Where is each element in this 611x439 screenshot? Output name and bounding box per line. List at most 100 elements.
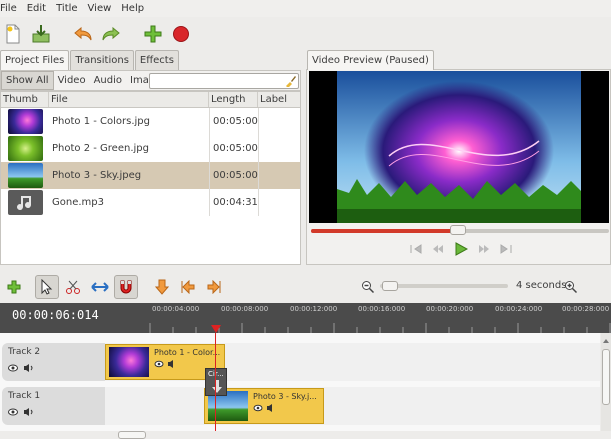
horizontal-scrollbar[interactable] — [0, 431, 611, 439]
fast-forward-icon[interactable] — [478, 244, 490, 254]
undo-button[interactable] — [72, 23, 94, 45]
zoom-out-icon — [362, 281, 375, 294]
zoom-slider-handle[interactable] — [382, 281, 398, 291]
previous-marker-button[interactable] — [176, 275, 200, 299]
razor-tool-button[interactable] — [61, 275, 85, 299]
plus-icon — [7, 280, 21, 294]
ruler-label: 00:00:04:000 — [152, 305, 200, 313]
playhead-marker[interactable] — [211, 325, 221, 333]
import-icon — [32, 25, 50, 43]
tab-transitions[interactable]: Transitions — [70, 50, 134, 70]
resize-tool-button[interactable] — [88, 275, 112, 299]
select-tool-button[interactable] — [35, 275, 59, 299]
column-thumb[interactable]: Thumb — [1, 92, 49, 107]
undo-icon — [74, 26, 92, 41]
horizontal-scroll-thumb[interactable] — [118, 431, 146, 439]
marker-down-icon — [155, 279, 169, 295]
file-length: 00:05:00 — [209, 108, 258, 135]
tab-video-preview[interactable]: Video Preview (Paused) — [307, 50, 434, 70]
resize-arrows-icon — [91, 282, 109, 292]
magnet-icon — [120, 280, 132, 294]
file-name: Photo 1 - Colors.jpg — [52, 116, 151, 127]
filter-audio[interactable]: Audio — [90, 71, 126, 90]
filter-bar: Show All Video Audio Image — [0, 70, 301, 91]
zoom-slider[interactable] — [380, 284, 508, 288]
add-track-button[interactable] — [142, 23, 164, 45]
track-lane[interactable] — [105, 387, 600, 425]
track-header[interactable]: Track 1 — [2, 387, 105, 425]
visibility-eye-icon — [253, 404, 263, 412]
clip-title: Photo 3 - Sky.j... — [253, 392, 317, 401]
visibility-eye-icon — [154, 360, 164, 368]
zoom-in-button[interactable] — [559, 275, 583, 299]
vertical-scrollbar[interactable] — [601, 333, 611, 431]
ruler-label: 00:00:16:000 — [358, 305, 406, 313]
arrow-cursor-icon — [41, 279, 53, 295]
table-row[interactable]: Gone.mp3 00:04:31 — [1, 189, 300, 216]
thumbnail-colors — [7, 109, 43, 134]
column-length[interactable]: Length — [209, 92, 258, 107]
record-icon — [173, 26, 189, 42]
plus-icon — [144, 25, 162, 43]
import-files-button[interactable] — [30, 23, 52, 45]
search-input[interactable] — [149, 73, 299, 89]
add-marker-button[interactable] — [150, 275, 174, 299]
menu-title[interactable]: Title — [56, 3, 77, 14]
tab-project-files[interactable]: Project Files — [0, 50, 70, 70]
next-marker-button[interactable] — [202, 275, 226, 299]
jump-end-icon[interactable] — [500, 244, 512, 254]
column-file[interactable]: File — [49, 92, 209, 107]
table-row[interactable]: Photo 1 - Colors.jpg 00:05:00 — [1, 108, 300, 135]
new-project-button[interactable] — [2, 23, 24, 45]
current-timecode: 00:00:06:014 — [12, 308, 99, 322]
file-name: Photo 2 - Green.jpg — [52, 143, 149, 154]
ruler-label: 00:00:24:000 — [495, 305, 543, 313]
menu-help[interactable]: Help — [121, 3, 144, 14]
play-icon[interactable] — [454, 242, 468, 256]
visibility-eye-icon — [8, 364, 18, 372]
zoom-out-button[interactable] — [356, 275, 380, 299]
filter-video[interactable]: Video — [54, 71, 90, 90]
zoom-in-icon — [565, 281, 578, 294]
filter-show-all[interactable]: Show All — [1, 71, 54, 90]
file-name: Photo 3 - Sky.jpeg — [52, 170, 142, 181]
audio-speaker-icon — [168, 360, 173, 368]
file-length: 00:05:00 — [209, 135, 258, 162]
menu-view[interactable]: View — [88, 3, 112, 14]
table-row[interactable]: Photo 3 - Sky.jpeg 00:05:00 — [1, 162, 300, 189]
redo-button[interactable] — [100, 23, 122, 45]
vertical-scroll-thumb[interactable] — [602, 349, 610, 405]
track-header[interactable]: Track 2 — [2, 343, 105, 381]
rewind-icon[interactable] — [432, 244, 444, 254]
preview-seek-progress — [311, 229, 457, 233]
file-length: 00:05:00 — [209, 162, 258, 189]
playhead-line[interactable] — [215, 333, 216, 431]
scroll-up-icon[interactable] — [601, 337, 611, 345]
clip-thumbnail — [109, 347, 149, 377]
thumbnail-sky — [7, 163, 43, 188]
transport-controls — [410, 242, 512, 256]
add-track-button[interactable] — [2, 275, 26, 299]
ruler-label: 00:00:20:000 — [426, 305, 474, 313]
transition-block[interactable]: Cir... — [205, 368, 227, 396]
project-files-table: Thumb File Length Label Photo 1 - Colors… — [0, 91, 301, 265]
tab-effects[interactable]: Effects — [134, 50, 179, 70]
preview-seek-handle[interactable] — [450, 225, 466, 235]
file-name: Gone.mp3 — [52, 197, 104, 208]
snapping-button[interactable] — [114, 275, 138, 299]
jump-start-icon[interactable] — [410, 244, 422, 254]
export-video-button[interactable] — [170, 23, 192, 45]
redo-icon — [102, 26, 120, 41]
transition-arrow-icon — [212, 380, 222, 393]
previous-marker-icon — [181, 280, 195, 294]
menu-file[interactable]: File — [0, 3, 17, 14]
video-preview — [309, 71, 609, 223]
track-name: Track 2 — [8, 347, 41, 357]
table-row[interactable]: Photo 2 - Green.jpg 00:05:00 — [1, 135, 300, 162]
ruler-label: 00:00:08:000 — [221, 305, 269, 313]
clear-brush-icon[interactable] — [284, 75, 296, 87]
column-label[interactable]: Label — [258, 92, 300, 107]
clip-title: Photo 1 - Color... — [154, 348, 221, 357]
menu-edit[interactable]: Edit — [27, 3, 46, 14]
main-toolbar — [0, 17, 611, 51]
